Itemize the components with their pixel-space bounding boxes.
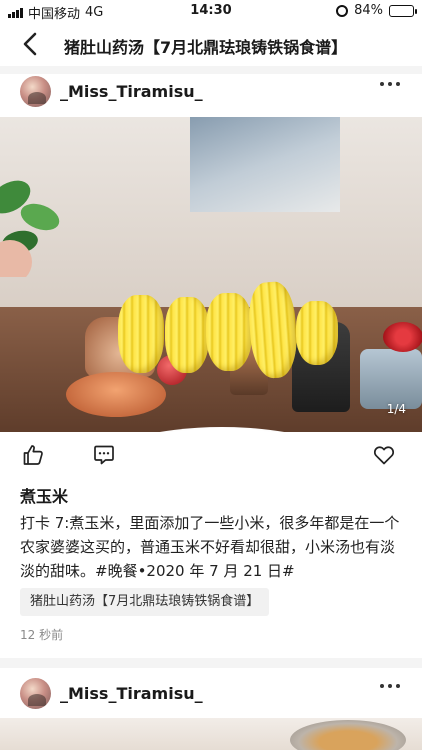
author-name[interactable]: _Miss_Tiramisu_ <box>60 82 203 101</box>
photo-corn <box>206 293 252 371</box>
photo-bowl <box>290 720 406 750</box>
ellipsis-icon[interactable] <box>380 684 400 688</box>
thumbs-up-icon[interactable] <box>21 443 45 467</box>
photo-corn <box>165 297 209 373</box>
ellipsis-icon[interactable] <box>380 82 400 86</box>
next-post-author-row: _Miss_Tiramisu_ <box>0 672 422 718</box>
post-timestamp: 12 秒前 <box>20 628 64 642</box>
next-post-photo[interactable] <box>0 718 422 750</box>
avatar[interactable] <box>20 678 51 709</box>
topic-chip[interactable]: 猪肚山药汤【7月北鼎珐琅铸铁锅食谱】 <box>20 588 270 616</box>
photo-counter: 1/4 <box>386 402 406 416</box>
photo-poster <box>190 117 340 212</box>
status-right: 84% <box>336 3 417 18</box>
author-name[interactable]: _Miss_Tiramisu_ <box>60 684 203 703</box>
heart-icon[interactable] <box>372 443 396 467</box>
chevron-left-icon[interactable] <box>18 31 44 57</box>
page-title: 猪肚山药汤【7月北鼎珐琅铸铁锅食谱】 <box>64 38 348 57</box>
photo-plant <box>0 180 60 277</box>
avatar[interactable] <box>20 76 51 107</box>
section-divider <box>0 658 422 668</box>
post-photo[interactable]: 1/4 <box>0 117 422 432</box>
post-author-row: _Miss_Tiramisu_ <box>0 70 422 116</box>
photo-corn <box>296 301 338 365</box>
photo-tin <box>360 349 422 409</box>
photo-roses <box>383 322 422 352</box>
status-bar: 中国移动 4G 14:30 84% <box>0 0 422 22</box>
battery-icon <box>389 4 417 17</box>
post-title: 煮玉米 <box>20 487 69 506</box>
post-body: 打卡 7:煮玉米，里面添加了一些小米，很多年都是在一个农家婆婆这买的，普通玉米不… <box>20 514 400 580</box>
nav-header: 猪肚山药汤【7月北鼎珐琅铸铁锅食谱】 <box>0 22 422 66</box>
battery-percent: 84% <box>354 3 383 18</box>
comment-icon[interactable] <box>92 443 116 467</box>
photo-corn <box>118 295 164 373</box>
orientation-lock-icon <box>336 4 349 17</box>
photo-teapot-base <box>66 372 166 417</box>
